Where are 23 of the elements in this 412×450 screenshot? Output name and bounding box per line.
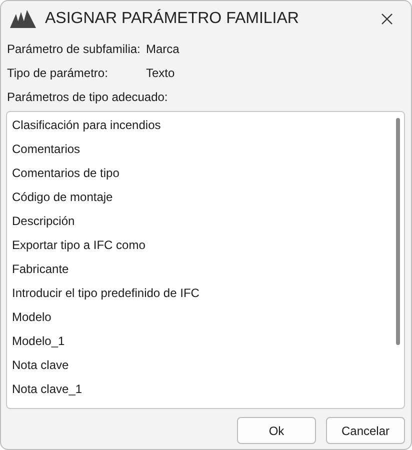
list-item[interactable]: Fabricante	[7, 257, 404, 281]
window-title: ASIGNAR PARÁMETRO FAMILIAR	[45, 10, 300, 28]
field-value: Marca	[146, 42, 180, 56]
list-item[interactable]: Introducir el tipo predefinido de IFC	[7, 281, 404, 305]
list-item[interactable]: Modelo	[7, 305, 404, 329]
list-item[interactable]: Clasificación para incendios	[7, 113, 404, 137]
list-item[interactable]: Comentarios	[7, 137, 404, 161]
list-item[interactable]: Descripción	[7, 209, 404, 233]
cancel-button[interactable]: Cancelar	[326, 417, 405, 444]
list-item[interactable]: Nota clave_1	[7, 377, 404, 401]
list-item[interactable]: Código de montaje	[7, 185, 404, 209]
list-item[interactable]: Exportar tipo a IFC como	[7, 233, 404, 257]
close-icon[interactable]	[381, 13, 393, 25]
field-label: Tipo de parámetro:	[7, 66, 109, 80]
field-label: Parámetro de subfamilia:	[7, 42, 142, 56]
list-item[interactable]: Modelo_1	[7, 329, 404, 353]
list-label: Parámetros de tipo adecuado:	[7, 90, 168, 104]
list-item[interactable]: Comentarios de tipo	[7, 161, 404, 185]
scrollbar-thumb[interactable]	[396, 118, 400, 345]
ok-button[interactable]: Ok	[237, 417, 316, 444]
logo-icon	[10, 10, 36, 28]
list-item[interactable]: Nota clave	[7, 353, 404, 377]
field-value: Texto	[146, 66, 175, 80]
